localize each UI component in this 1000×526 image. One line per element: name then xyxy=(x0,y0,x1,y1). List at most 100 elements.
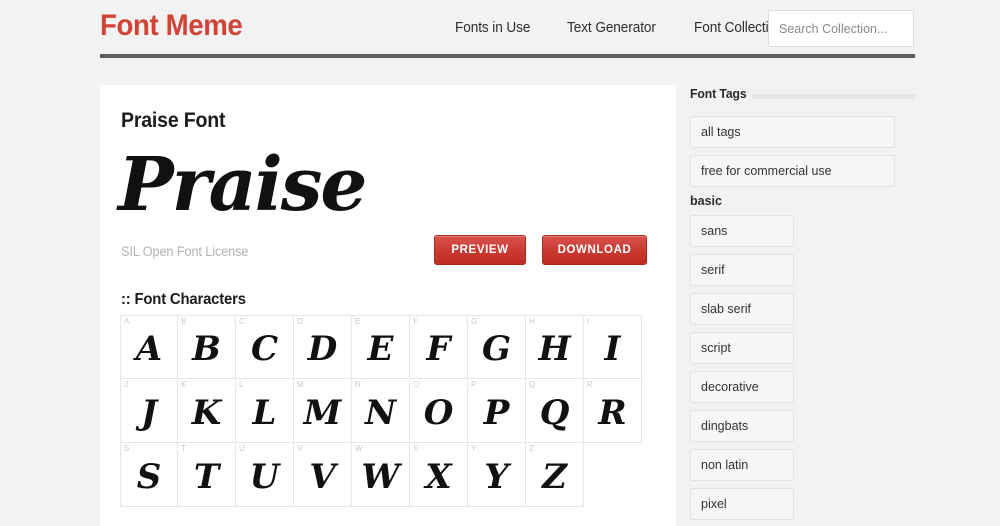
char-cell-glyph: K xyxy=(191,392,222,433)
nav-item-fonts-in-use[interactable]: Fonts in Use xyxy=(455,20,530,36)
char-cell-glyph: Z xyxy=(542,456,567,497)
font-meta-row: SIL Open Font License PREVIEW DOWNLOAD xyxy=(100,235,676,277)
char-cell-label: Y xyxy=(471,444,477,453)
char-cell-label: N xyxy=(355,380,361,389)
char-cell-glyph: I xyxy=(604,329,621,369)
char-cell-glyph: S xyxy=(136,456,162,497)
char-cell[interactable]: KK xyxy=(178,379,236,443)
char-cell-label: T xyxy=(181,444,186,453)
char-cell[interactable]: UU xyxy=(236,443,294,507)
char-cell-label: I xyxy=(587,317,590,326)
char-cell-glyph: L xyxy=(252,392,277,433)
char-cell[interactable]: AA xyxy=(120,315,178,379)
char-cell-label: R xyxy=(587,380,593,389)
char-cell-glyph: T xyxy=(193,456,220,497)
char-cell[interactable]: RR xyxy=(584,379,642,443)
char-cell-glyph: R xyxy=(598,392,627,433)
char-cell-label: H xyxy=(529,317,535,326)
char-cell[interactable]: PP xyxy=(468,379,526,443)
char-cell-glyph: H xyxy=(538,329,571,369)
char-cell-label: F xyxy=(413,317,418,326)
sidebar-tag-pixel[interactable]: pixel xyxy=(690,488,794,520)
sidebar-heading-label: Font Tags xyxy=(690,86,747,101)
char-cell-label: Q xyxy=(529,380,536,389)
char-cell[interactable]: YY xyxy=(468,443,526,507)
nav-item-text-generator[interactable]: Text Generator xyxy=(567,20,656,36)
char-cell-label: J xyxy=(124,380,128,389)
header-divider xyxy=(100,54,915,58)
sidebar-tag-sans[interactable]: sans xyxy=(690,215,794,247)
char-cell-glyph: J xyxy=(140,392,158,433)
char-cell[interactable]: SS xyxy=(120,443,178,507)
char-cell[interactable]: BB xyxy=(178,315,236,379)
sidebar-tag-all-tags[interactable]: all tags xyxy=(690,116,895,148)
char-cell-glyph: W xyxy=(361,456,400,497)
font-preview-sample: Praise xyxy=(118,142,367,228)
char-cell-glyph: C xyxy=(250,329,279,369)
char-cell-glyph: G xyxy=(481,329,512,369)
char-cell[interactable]: CC xyxy=(236,315,294,379)
char-cell-glyph: M xyxy=(303,392,342,433)
char-cell-label: A xyxy=(124,317,130,326)
char-cell[interactable]: FF xyxy=(410,315,468,379)
char-cell-label: S xyxy=(124,444,130,453)
char-cell[interactable]: TT xyxy=(178,443,236,507)
search-input[interactable] xyxy=(768,10,914,47)
char-cell[interactable]: JJ xyxy=(120,379,178,443)
char-cell[interactable]: II xyxy=(584,315,642,379)
char-cell-label: L xyxy=(239,380,244,389)
char-cell[interactable]: NN xyxy=(352,379,410,443)
license-label: SIL Open Font License xyxy=(121,244,249,259)
font-characters-grid: AABBCCDDEEFFGGHHIIJJKKLLMMNNOOPPQQRRSSTT… xyxy=(120,315,643,507)
char-cell[interactable]: WW xyxy=(352,443,410,507)
char-cell-glyph: B xyxy=(192,329,221,369)
sidebar-group-label-basic: basic xyxy=(690,194,722,208)
char-cell-label: D xyxy=(297,317,303,326)
char-cell[interactable]: GG xyxy=(468,315,526,379)
download-button[interactable]: DOWNLOAD xyxy=(542,235,647,265)
char-cell-empty xyxy=(584,443,642,507)
char-cell[interactable]: MM xyxy=(294,379,352,443)
preview-button[interactable]: PREVIEW xyxy=(434,235,526,265)
sidebar-tag-dingbats[interactable]: dingbats xyxy=(690,410,794,442)
char-cell[interactable]: QQ xyxy=(526,379,584,443)
char-cell[interactable]: HH xyxy=(526,315,584,379)
sidebar-tag-non-latin[interactable]: non latin xyxy=(690,449,794,481)
sidebar-tag-decorative[interactable]: decorative xyxy=(690,371,794,403)
sidebar: Font Tags all tags free for commercial u… xyxy=(690,85,915,526)
char-cell-glyph: O xyxy=(423,392,454,433)
char-cell-glyph: P xyxy=(483,392,510,433)
char-cell-label: P xyxy=(471,380,477,389)
char-cell[interactable]: DD xyxy=(294,315,352,379)
char-cell[interactable]: XX xyxy=(410,443,468,507)
font-characters-heading: :: Font Characters xyxy=(121,291,246,308)
sidebar-tag-script[interactable]: script xyxy=(690,332,794,364)
char-cell[interactable]: ZZ xyxy=(526,443,584,507)
char-cell-glyph: U xyxy=(249,456,280,497)
sidebar-heading: Font Tags xyxy=(690,85,915,107)
char-cell-label: U xyxy=(239,444,245,453)
sidebar-heading-rule xyxy=(752,94,915,99)
char-cell-label: K xyxy=(181,380,187,389)
sidebar-tag-slab-serif[interactable]: slab serif xyxy=(690,293,794,325)
char-cell-label: X xyxy=(413,444,419,453)
char-cell-glyph: V xyxy=(309,456,336,497)
char-cell-label: M xyxy=(297,380,304,389)
char-cell-label: G xyxy=(471,317,478,326)
char-cell[interactable]: EE xyxy=(352,315,410,379)
char-cell-glyph: D xyxy=(307,329,338,369)
char-cell-glyph: Y xyxy=(484,456,509,497)
sidebar-tag-serif[interactable]: serif xyxy=(690,254,794,286)
char-cell-glyph: X xyxy=(425,456,452,497)
char-cell[interactable]: OO xyxy=(410,379,468,443)
char-cell[interactable]: VV xyxy=(294,443,352,507)
site-logo[interactable]: Font Meme xyxy=(100,9,243,43)
sidebar-tag-free-commercial[interactable]: free for commercial use xyxy=(690,155,895,187)
char-cell-glyph: E xyxy=(367,329,394,369)
char-cell-glyph: A xyxy=(135,329,163,369)
char-cell-label: W xyxy=(355,444,363,453)
char-cell-label: E xyxy=(355,317,361,326)
char-cell[interactable]: LL xyxy=(236,379,294,443)
main-nav: Fonts in Use Text Generator Font Collect… xyxy=(455,20,789,36)
char-cell-glyph: N xyxy=(364,392,397,433)
